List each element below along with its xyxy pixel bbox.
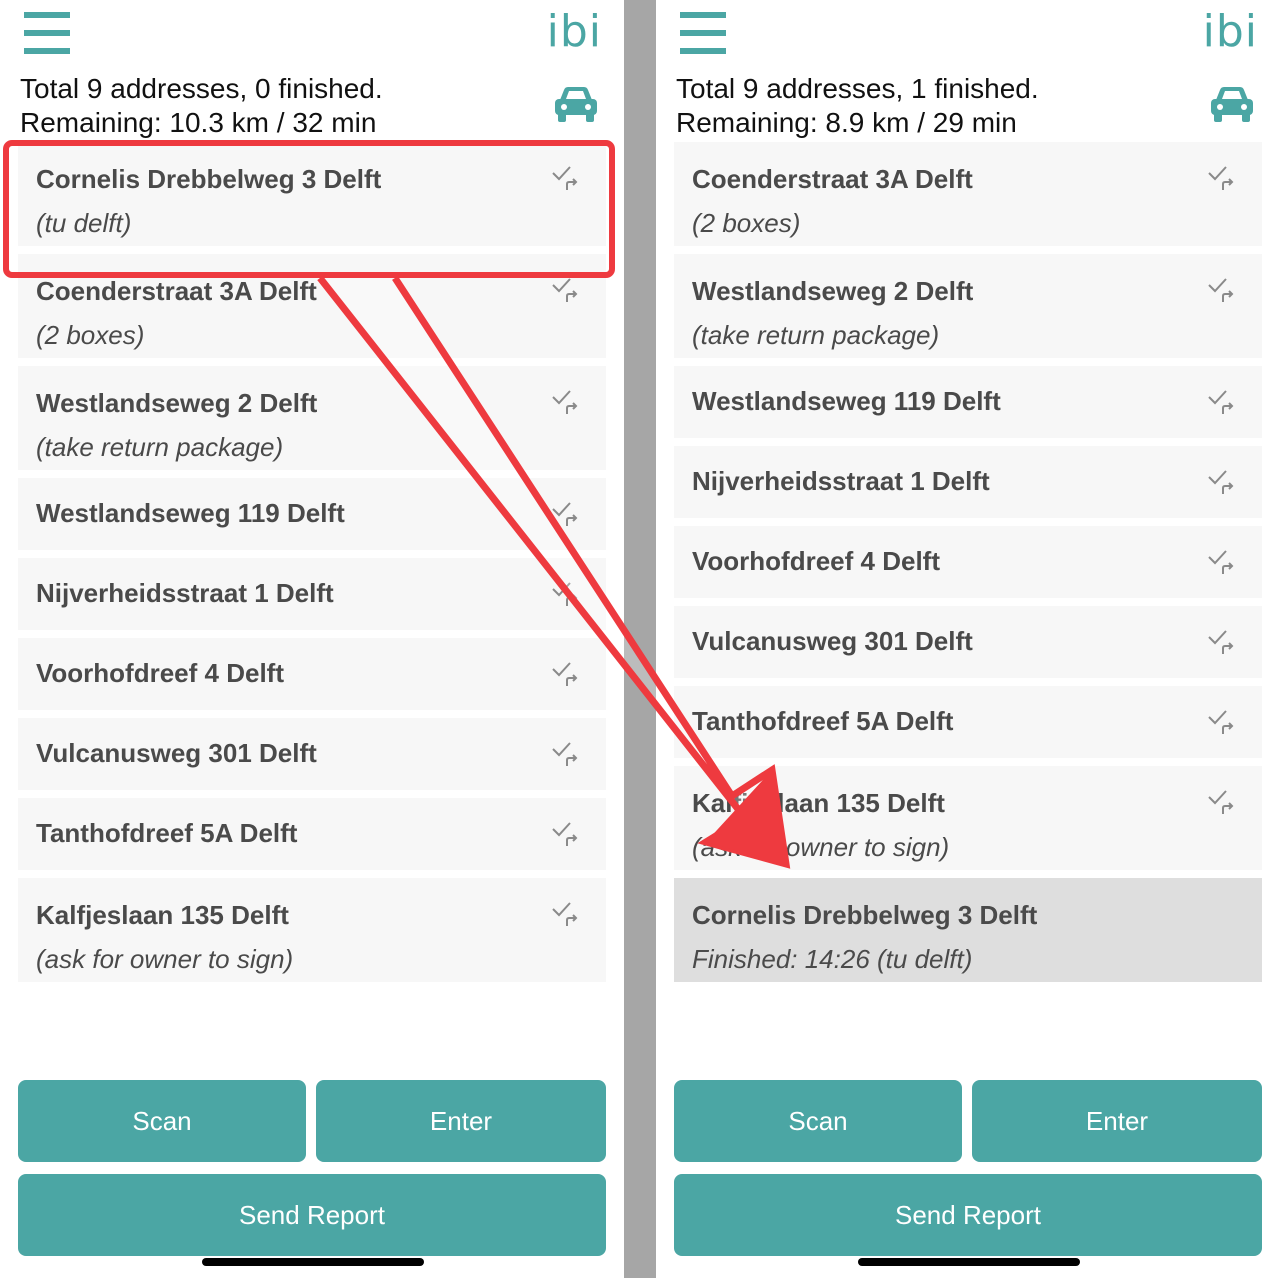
list-item[interactable]: Voorhofdreef 4 Delft xyxy=(18,638,606,710)
address-label: Voorhofdreef 4 Delft xyxy=(36,658,284,688)
address-note: (take return package) xyxy=(692,320,940,350)
check-forward-icon[interactable] xyxy=(550,164,580,194)
check-forward-icon[interactable] xyxy=(1206,788,1236,818)
address-note: (ask for owner to sign) xyxy=(692,832,950,862)
check-forward-icon[interactable] xyxy=(550,580,580,610)
check-forward-icon[interactable] xyxy=(1206,548,1236,578)
address-note: (2 boxes) xyxy=(692,208,801,238)
list-item[interactable]: Coenderstraat 3A Delft (2 boxes) xyxy=(18,254,606,358)
car-icon[interactable] xyxy=(1208,84,1256,124)
address-label: Kalfjeslaan 135 Delft xyxy=(692,788,945,818)
list-item[interactable]: Kalfjeslaan 135 Delft (ask for owner to … xyxy=(674,766,1262,870)
check-forward-icon[interactable] xyxy=(1206,708,1236,738)
address-note: (2 boxes) xyxy=(36,320,145,350)
list-item[interactable]: Nijverheidsstraat 1 Delft xyxy=(18,558,606,630)
summary-remaining: Remaining: 10.3 km / 32 min xyxy=(20,107,377,138)
summary-addresses: Total 9 addresses, 0 finished. xyxy=(20,73,383,104)
check-forward-icon[interactable] xyxy=(550,660,580,690)
address-list: Cornelis Drebbelweg 3 Delft (tu delft) C… xyxy=(18,142,606,990)
address-note: (ask for owner to sign) xyxy=(36,944,294,974)
address-label: Kalfjeslaan 135 Delft xyxy=(36,900,289,930)
finished-note: Finished: 14:26 (tu delft) xyxy=(692,944,973,974)
address-label: Westlandseweg 119 Delft xyxy=(692,386,1001,416)
list-item[interactable]: Coenderstraat 3A Delft (2 boxes) xyxy=(674,142,1262,246)
check-forward-icon[interactable] xyxy=(550,388,580,418)
enter-button[interactable]: Enter xyxy=(972,1080,1262,1162)
screen-after: ibi Total 9 addresses, 1 finished. Remai… xyxy=(656,0,1280,1278)
hamburger-menu-icon[interactable] xyxy=(24,12,70,54)
address-label: Nijverheidsstraat 1 Delft xyxy=(692,466,990,496)
address-label: Westlandseweg 119 Delft xyxy=(36,498,345,528)
list-item[interactable]: Westlandseweg 2 Delft (take return packa… xyxy=(18,366,606,470)
check-forward-icon[interactable] xyxy=(1206,276,1236,306)
scan-button[interactable]: Scan xyxy=(18,1080,306,1162)
list-item[interactable]: Westlandseweg 119 Delft xyxy=(674,366,1262,438)
list-item[interactable]: Voorhofdreef 4 Delft xyxy=(674,526,1262,598)
address-note: (tu delft) xyxy=(36,208,132,238)
finished-list-item[interactable]: Cornelis Drebbelweg 3 Delft Finished: 14… xyxy=(674,878,1262,982)
summary-addresses: Total 9 addresses, 1 finished. xyxy=(676,73,1039,104)
address-list: Coenderstraat 3A Delft (2 boxes) Westlan… xyxy=(674,142,1262,990)
list-item[interactable]: Nijverheidsstraat 1 Delft xyxy=(674,446,1262,518)
route-summary: Total 9 addresses, 0 finished. Remaining… xyxy=(20,72,383,140)
send-report-button[interactable]: Send Report xyxy=(18,1174,606,1256)
home-indicator[interactable] xyxy=(858,1258,1080,1266)
address-label: Coenderstraat 3A Delft xyxy=(692,164,973,194)
list-item[interactable]: Tanthofdreef 5A Delft xyxy=(18,798,606,870)
list-item[interactable]: Kalfjeslaan 135 Delft (ask for owner to … xyxy=(18,878,606,982)
address-label: Tanthofdreef 5A Delft xyxy=(692,706,954,736)
home-indicator[interactable] xyxy=(202,1258,424,1266)
route-summary: Total 9 addresses, 1 finished. Remaining… xyxy=(676,72,1039,140)
enter-button[interactable]: Enter xyxy=(316,1080,606,1162)
address-label: Voorhofdreef 4 Delft xyxy=(692,546,940,576)
list-item[interactable]: Vulcanusweg 301 Delft xyxy=(18,718,606,790)
app-logo: ibi xyxy=(1202,6,1258,57)
address-label: Cornelis Drebbelweg 3 Delft xyxy=(692,900,1038,930)
address-label: Westlandseweg 2 Delft xyxy=(692,276,974,306)
summary-remaining: Remaining: 8.9 km / 29 min xyxy=(676,107,1017,138)
check-forward-icon[interactable] xyxy=(550,820,580,850)
scan-button[interactable]: Scan xyxy=(674,1080,962,1162)
list-item[interactable]: Tanthofdreef 5A Delft xyxy=(674,686,1262,758)
check-forward-icon[interactable] xyxy=(550,740,580,770)
list-item[interactable]: Cornelis Drebbelweg 3 Delft (tu delft) xyxy=(18,142,606,246)
check-forward-icon[interactable] xyxy=(1206,628,1236,658)
address-label: Westlandseweg 2 Delft xyxy=(36,388,318,418)
address-label: Tanthofdreef 5A Delft xyxy=(36,818,298,848)
address-label: Vulcanusweg 301 Delft xyxy=(692,626,973,656)
list-item[interactable]: Westlandseweg 2 Delft (take return packa… xyxy=(674,254,1262,358)
check-forward-icon[interactable] xyxy=(550,900,580,930)
address-label: Coenderstraat 3A Delft xyxy=(36,276,317,306)
screen-before: ibi Total 9 addresses, 0 finished. Remai… xyxy=(0,0,624,1278)
address-label: Vulcanusweg 301 Delft xyxy=(36,738,317,768)
check-forward-icon[interactable] xyxy=(550,276,580,306)
address-note: (take return package) xyxy=(36,432,284,462)
check-forward-icon[interactable] xyxy=(1206,388,1236,418)
send-report-button[interactable]: Send Report xyxy=(674,1174,1262,1256)
check-forward-icon[interactable] xyxy=(550,500,580,530)
app-logo: ibi xyxy=(546,6,602,57)
check-forward-icon[interactable] xyxy=(1206,468,1236,498)
car-icon[interactable] xyxy=(552,84,600,124)
address-label: Cornelis Drebbelweg 3 Delft xyxy=(36,164,382,194)
check-forward-icon[interactable] xyxy=(1206,164,1236,194)
list-item[interactable]: Vulcanusweg 301 Delft xyxy=(674,606,1262,678)
list-item[interactable]: Westlandseweg 119 Delft xyxy=(18,478,606,550)
hamburger-menu-icon[interactable] xyxy=(680,12,726,54)
panel-divider xyxy=(624,0,656,1278)
address-label: Nijverheidsstraat 1 Delft xyxy=(36,578,334,608)
